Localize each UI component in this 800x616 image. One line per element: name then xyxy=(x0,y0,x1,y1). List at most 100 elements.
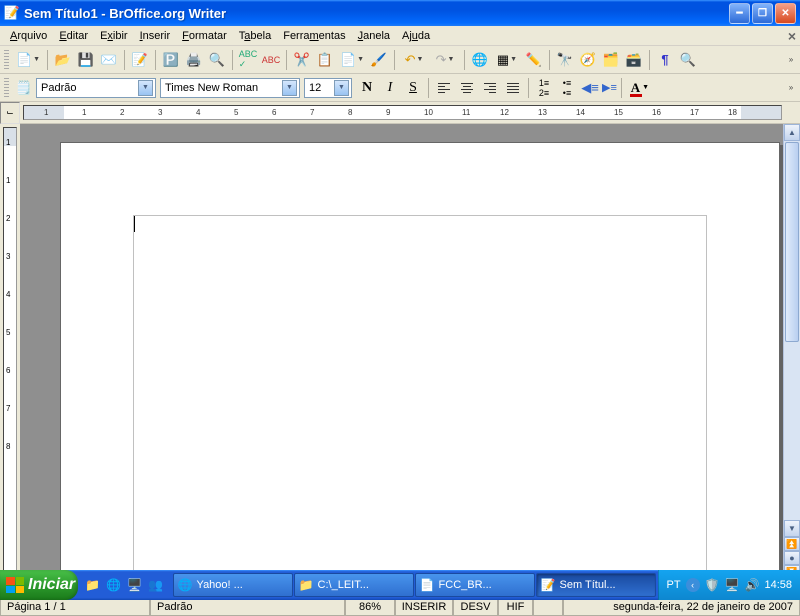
start-label: Iniciar xyxy=(28,576,75,594)
styles-button[interactable]: 🗒️ xyxy=(13,77,35,99)
gallery-button[interactable]: 🗂️ xyxy=(600,49,622,71)
scroll-up-icon[interactable]: ▲ xyxy=(784,124,800,141)
redo-button[interactable]: ↷▼ xyxy=(430,49,460,71)
menu-formatar[interactable]: Formatar xyxy=(176,28,233,44)
toolbar-grip[interactable] xyxy=(4,50,9,70)
open-button[interactable]: 📂 xyxy=(52,49,74,71)
toolbar-overflow-icon[interactable]: » xyxy=(785,77,797,99)
numbered-list-button[interactable]: 1≡2≡ xyxy=(533,77,555,99)
align-center-button[interactable] xyxy=(456,77,478,99)
bullet-list-button[interactable]: •≡•≡ xyxy=(556,77,578,99)
close-button[interactable]: ✕ xyxy=(775,3,796,24)
taskbar-task-button[interactable]: 📁C:\_LEIT... xyxy=(294,573,414,597)
chevron-down-icon[interactable]: ▼ xyxy=(334,80,349,96)
tray-icon[interactable]: 🛡️ xyxy=(705,578,720,592)
toolbar-grip[interactable] xyxy=(4,78,9,98)
ruler-tick: 1 xyxy=(6,138,10,147)
cut-button[interactable]: ✂️ xyxy=(291,49,313,71)
hyperlink-button[interactable]: 🌐 xyxy=(469,49,491,71)
prev-page-icon[interactable]: ⏫ xyxy=(784,537,800,551)
table-button[interactable]: ▦▼ xyxy=(492,49,522,71)
ruler-corner-tab-icon[interactable]: ⌙ xyxy=(0,102,20,124)
email-button[interactable]: ✉️ xyxy=(98,49,120,71)
font-size-combo[interactable]: 12 ▼ xyxy=(304,78,352,98)
document-page[interactable] xyxy=(60,142,780,579)
export-pdf-button[interactable]: 🅿️ xyxy=(160,49,182,71)
align-right-button[interactable] xyxy=(479,77,501,99)
font-color-button[interactable]: A ▼ xyxy=(626,77,654,99)
copy-button[interactable]: 📋 xyxy=(314,49,336,71)
datasources-button[interactable]: 🗃️ xyxy=(623,49,645,71)
toolbar-overflow-icon[interactable]: » xyxy=(785,49,797,71)
edit-button[interactable]: 📝 xyxy=(129,49,151,71)
document-close-icon[interactable]: × xyxy=(788,28,796,44)
menu-janela[interactable]: Janela xyxy=(352,28,396,44)
taskbar-task-button[interactable]: 📄FCC_BR... xyxy=(415,573,535,597)
horizontal-ruler[interactable]: 1123456789101112131415161718 xyxy=(23,105,782,120)
spellcheck-button[interactable]: ABC✓ xyxy=(237,49,259,71)
menu-arquivo[interactable]: Arquivo xyxy=(4,28,53,44)
vertical-scrollbar[interactable]: ▲ ▼ ⏫ ● ⏬ xyxy=(783,124,800,579)
undo-button[interactable]: ↶▼ xyxy=(399,49,429,71)
ruler-tick: 4 xyxy=(6,290,10,299)
ql-ie-icon[interactable]: 🌐 xyxy=(105,575,123,595)
nonprint-chars-button[interactable]: ¶ xyxy=(654,49,676,71)
scroll-down-icon[interactable]: ▼ xyxy=(784,520,800,537)
minimize-button[interactable]: ━ xyxy=(729,3,750,24)
bold-button[interactable]: N xyxy=(356,77,378,99)
menu-editar[interactable]: Editar xyxy=(53,28,94,44)
menu-tabela[interactable]: Tabela xyxy=(233,28,277,44)
menu-exibir[interactable]: Exibir xyxy=(94,28,134,44)
italic-button[interactable]: I xyxy=(379,77,401,99)
autospell-button[interactable]: ABC xyxy=(260,49,282,71)
print-preview-button[interactable]: 🔍 xyxy=(206,49,228,71)
print-button[interactable]: 🖨️ xyxy=(183,49,205,71)
taskbar-task-button[interactable]: 📝Sem Títul... xyxy=(536,573,656,597)
ruler-tick: 4 xyxy=(196,108,200,117)
menu-ferramentas[interactable]: Ferramentas xyxy=(277,28,351,44)
task-label: C:\_LEIT... xyxy=(318,579,369,591)
save-button[interactable]: 💾 xyxy=(75,49,97,71)
vertical-ruler[interactable]: 112345678 xyxy=(3,127,17,576)
menu-inserir[interactable]: Inserir xyxy=(134,28,177,44)
taskbar-task-button[interactable]: 🌐Yahoo! ... xyxy=(173,573,293,597)
find-button[interactable]: 🔭 xyxy=(554,49,576,71)
ql-desktop-icon[interactable]: 🖥️ xyxy=(126,575,144,595)
window-title: Sem Título1 - BrOffice.org Writer xyxy=(24,6,729,21)
zoom-button[interactable]: 🔍 xyxy=(677,49,699,71)
new-doc-button[interactable]: 📄▼ xyxy=(13,49,43,71)
clock[interactable]: 14:58 xyxy=(764,579,792,591)
paragraph-style-combo[interactable]: Padrão ▼ xyxy=(36,78,156,98)
maximize-button[interactable]: ❐ xyxy=(752,3,773,24)
tray-chevron-icon[interactable]: ‹ xyxy=(686,578,700,592)
font-size-value: 12 xyxy=(309,82,334,94)
font-name-combo[interactable]: Times New Roman ▼ xyxy=(160,78,300,98)
paste-button[interactable]: 📄▼ xyxy=(337,49,367,71)
start-button[interactable]: Iniciar xyxy=(0,570,78,600)
scrollbar-thumb[interactable] xyxy=(785,142,799,342)
navigator-button[interactable]: 🧭 xyxy=(577,49,599,71)
menu-ajuda[interactable]: Ajuda xyxy=(396,28,436,44)
ql-app-icon[interactable]: 👥 xyxy=(147,575,165,595)
decrease-indent-button[interactable]: ◀≡ xyxy=(579,77,601,99)
language-indicator[interactable]: PT xyxy=(667,579,681,591)
show-draw-button[interactable]: ✏️ xyxy=(523,49,545,71)
chevron-down-icon[interactable]: ▼ xyxy=(282,80,297,96)
ruler-tick: 8 xyxy=(348,108,352,117)
ruler-tick: 3 xyxy=(6,252,10,261)
nav-object-icon[interactable]: ● xyxy=(784,551,800,565)
document-viewport[interactable] xyxy=(20,124,783,579)
align-left-button[interactable] xyxy=(433,77,455,99)
increase-indent-button[interactable]: ▶≡ xyxy=(602,81,617,94)
underline-button[interactable]: S xyxy=(402,77,424,99)
chevron-down-icon[interactable]: ▼ xyxy=(138,80,153,96)
format-paintbrush-button[interactable]: 🖌️ xyxy=(368,49,390,71)
tray-icon[interactable]: 🔊 xyxy=(745,578,760,592)
ruler-tick: 6 xyxy=(272,108,276,117)
color-swatch xyxy=(630,94,642,97)
align-justify-button[interactable] xyxy=(502,77,524,99)
ql-folder-icon[interactable]: 📁 xyxy=(84,575,102,595)
tray-icon[interactable]: 🖥️ xyxy=(725,578,740,592)
menu-bar: Arquivo Editar Exibir Inserir Formatar T… xyxy=(0,26,800,46)
ruler-tick: 14 xyxy=(576,108,585,117)
